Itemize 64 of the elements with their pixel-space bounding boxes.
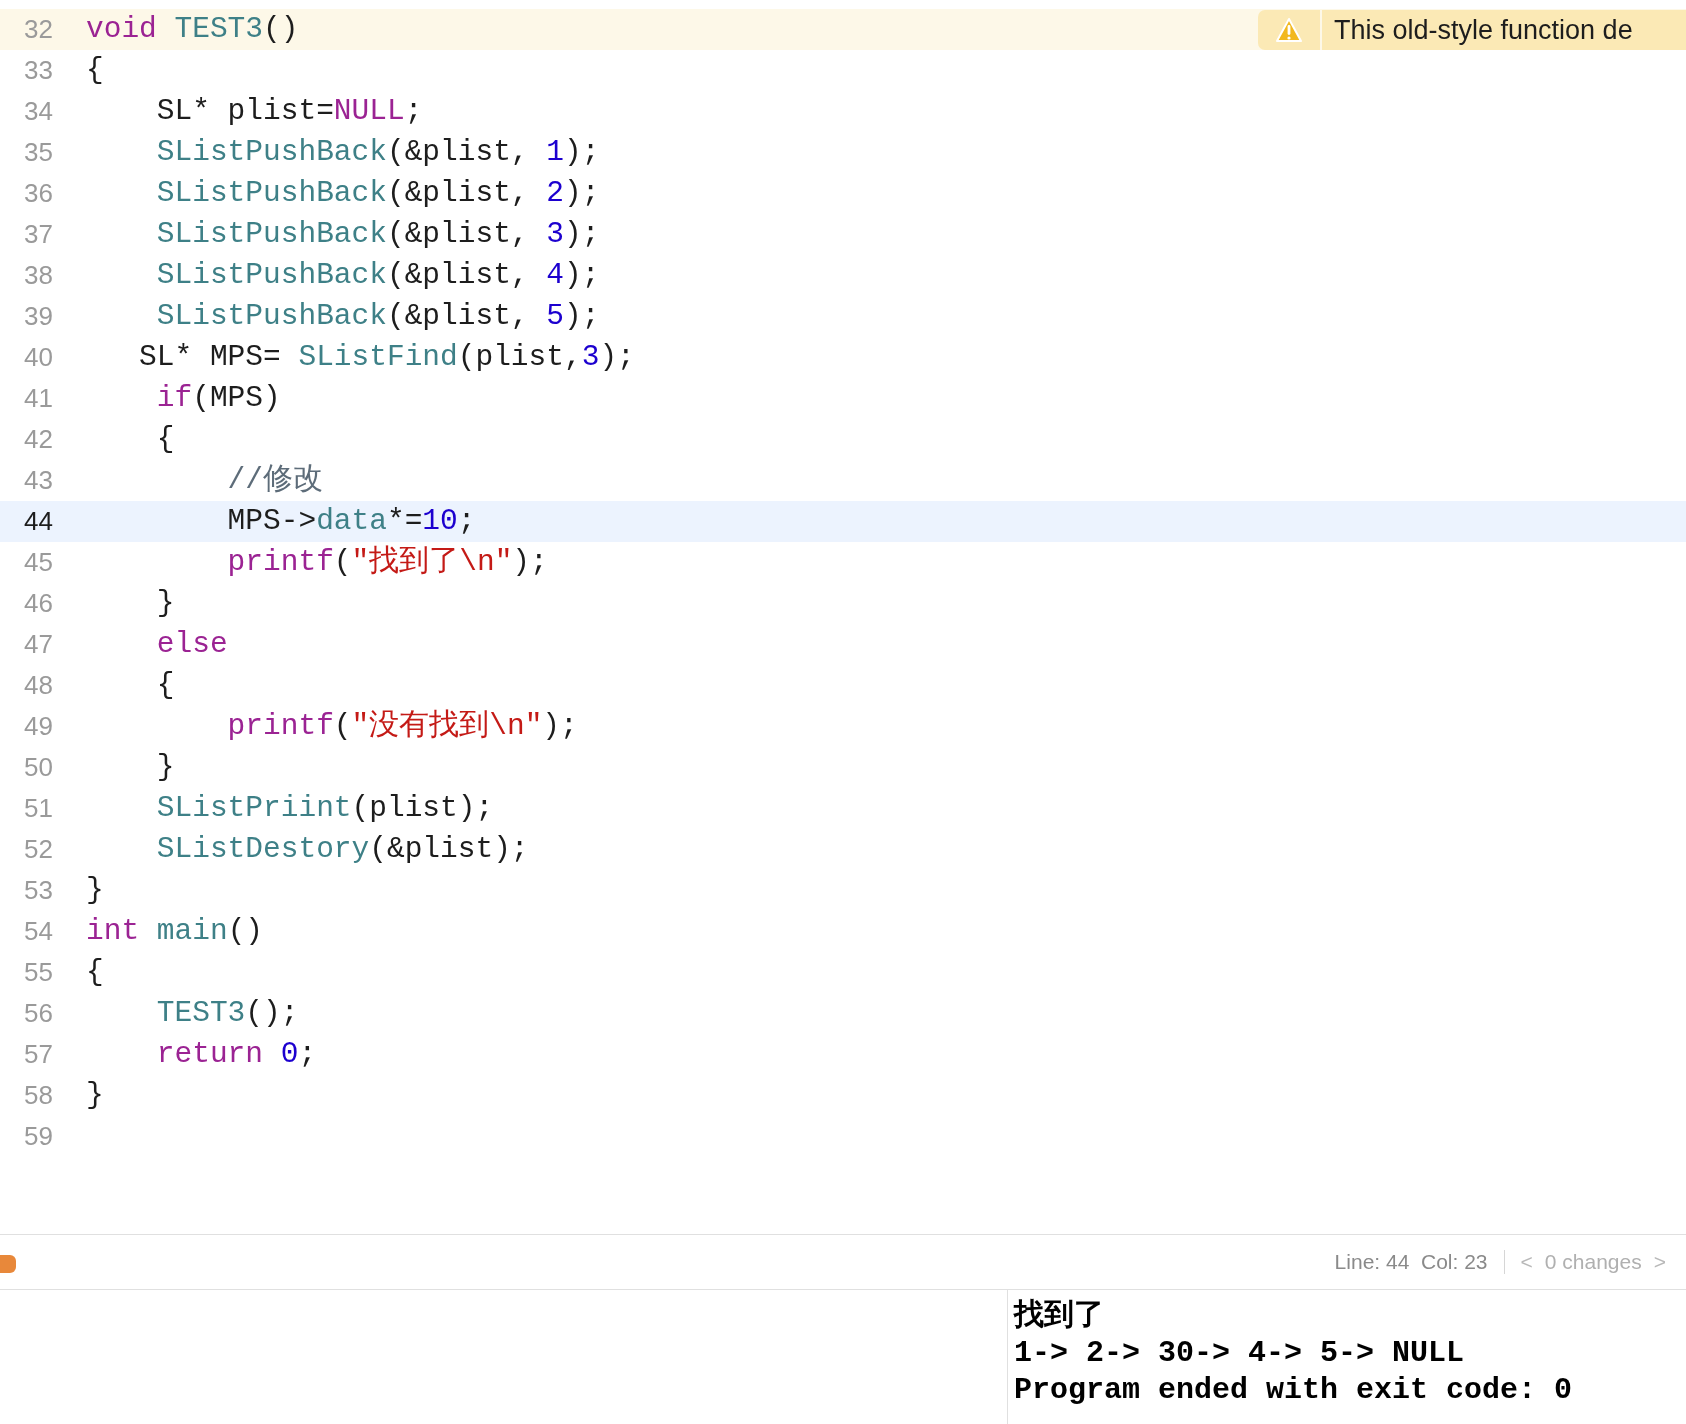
code-line: TEST3(); bbox=[155, 995, 299, 1033]
code-line: SListPriint(plist); bbox=[155, 790, 494, 828]
code-line: SListPushBack(&plist, 1); bbox=[155, 134, 600, 172]
code-line: SListPushBack(&plist, 2); bbox=[155, 175, 600, 213]
line-number: 36 bbox=[23, 177, 54, 210]
code-line: SListPushBack(&plist, 5); bbox=[155, 298, 600, 336]
line-number: 48 bbox=[23, 669, 54, 702]
line-number: 44 bbox=[23, 505, 54, 538]
line-number: 33 bbox=[23, 54, 54, 87]
line-number: 37 bbox=[23, 218, 54, 251]
line-number: 46 bbox=[23, 587, 54, 620]
code-line: SListPushBack(&plist, 3); bbox=[155, 216, 600, 254]
code-line: MPS->data*=10; bbox=[226, 503, 476, 541]
code-line: void TEST3() bbox=[86, 11, 299, 49]
code-line: } bbox=[155, 585, 175, 623]
line-number: 40 bbox=[23, 341, 54, 374]
code-line: if(MPS) bbox=[155, 380, 281, 418]
line-number: 35 bbox=[23, 136, 54, 169]
line-number: 50 bbox=[23, 751, 54, 784]
line-number: 58 bbox=[23, 1079, 54, 1112]
line-number: 43 bbox=[23, 464, 54, 497]
console-output: 找到了 1-> 2-> 30-> 4-> 5-> NULL Program ended with exit code: 0 bbox=[1012, 1297, 1574, 1409]
line-number: 34 bbox=[23, 95, 54, 128]
line-number: 54 bbox=[23, 915, 54, 948]
code-line: } bbox=[86, 1077, 104, 1115]
changes-count: 0 changes bbox=[1544, 1249, 1642, 1276]
code-line: { bbox=[86, 954, 104, 992]
line-number: 38 bbox=[23, 259, 54, 292]
warning-icon bbox=[1275, 16, 1303, 43]
indicator-tab-icon bbox=[0, 1255, 16, 1273]
code-line: printf("没有找到\n"); bbox=[226, 708, 578, 746]
line-number: 52 bbox=[23, 833, 54, 866]
code-line: return 0; bbox=[155, 1036, 317, 1074]
line-number: 45 bbox=[23, 546, 54, 579]
cursor-position: Line: 44 Col: 23 bbox=[1334, 1249, 1488, 1276]
line-number: 56 bbox=[23, 997, 54, 1030]
code-line: SL* MPS= SListFind(plist,3); bbox=[138, 339, 635, 377]
code-line: { bbox=[155, 421, 175, 459]
line-number: 49 bbox=[23, 710, 54, 743]
code-line: { bbox=[155, 667, 175, 705]
previous-change-button[interactable]: < bbox=[1520, 1246, 1533, 1278]
warning-message: This old-style function de bbox=[1322, 9, 1686, 50]
next-change-button[interactable]: > bbox=[1653, 1246, 1666, 1278]
code-line: SL* plist=NULL; bbox=[155, 93, 423, 131]
code-line: printf("找到了\n"); bbox=[226, 544, 548, 582]
line-number: 57 bbox=[23, 1038, 54, 1071]
code-line: int main() bbox=[86, 913, 264, 951]
line-number: 42 bbox=[23, 423, 54, 456]
warning-badge[interactable] bbox=[1258, 9, 1320, 50]
code-line: } bbox=[155, 749, 175, 787]
line-number: 47 bbox=[23, 628, 54, 661]
code-line: //修改 bbox=[226, 462, 324, 500]
line-number: 55 bbox=[23, 956, 54, 989]
line-number: 32 bbox=[23, 13, 54, 46]
code-line: SListDestory(&plist); bbox=[155, 831, 529, 869]
code-line: SListPushBack(&plist, 4); bbox=[155, 257, 600, 295]
line-number: 59 bbox=[23, 1120, 54, 1153]
code-line: { bbox=[86, 52, 104, 90]
line-number: 39 bbox=[23, 300, 54, 333]
line-number: 51 bbox=[23, 792, 54, 825]
line-number: 53 bbox=[23, 874, 54, 907]
code-line: else bbox=[155, 626, 228, 664]
code-line: } bbox=[86, 872, 104, 910]
line-number: 41 bbox=[23, 382, 54, 415]
